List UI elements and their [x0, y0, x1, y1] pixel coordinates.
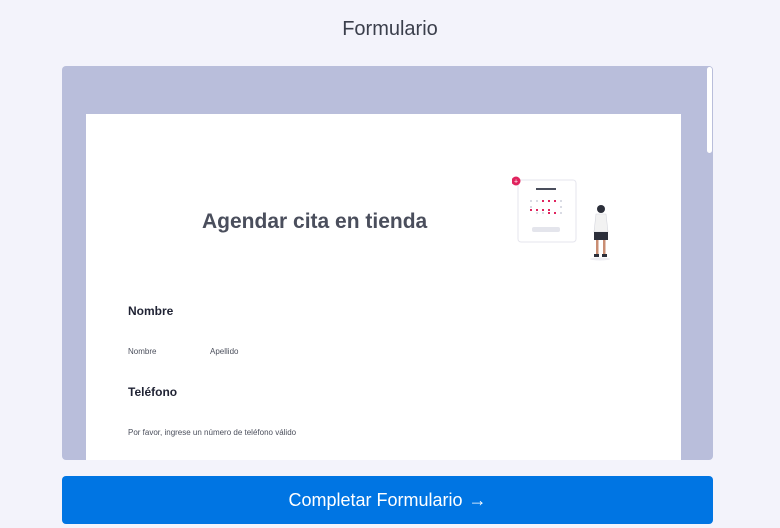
- form-preview-frame[interactable]: Agendar cita en tienda + Nombre Nombre A…: [62, 66, 713, 460]
- last-name-sublabel: Apellido: [210, 347, 239, 356]
- scrollbar[interactable]: [705, 66, 713, 460]
- first-name-sublabel: Nombre: [128, 347, 157, 356]
- plus-badge-icon: +: [514, 179, 518, 186]
- arrow-right-icon: →: [468, 489, 487, 510]
- complete-form-button[interactable]: Completar Formulario →: [62, 476, 713, 524]
- name-field-label: Nombre: [128, 304, 174, 318]
- page-title: Formulario: [342, 18, 438, 40]
- scrollbar-thumb[interactable]: [707, 67, 712, 153]
- form-sheet: Agendar cita en tienda + Nombre Nombre A…: [86, 114, 681, 460]
- phone-hint: Por favor, ingrese un número de teléfono…: [128, 428, 297, 437]
- phone-field-label: Teléfono: [128, 385, 178, 399]
- complete-form-label: Completar Formulario: [288, 489, 463, 510]
- calendar-person-illustration: +: [512, 176, 610, 261]
- form-heading: Agendar cita en tienda: [202, 210, 428, 233]
